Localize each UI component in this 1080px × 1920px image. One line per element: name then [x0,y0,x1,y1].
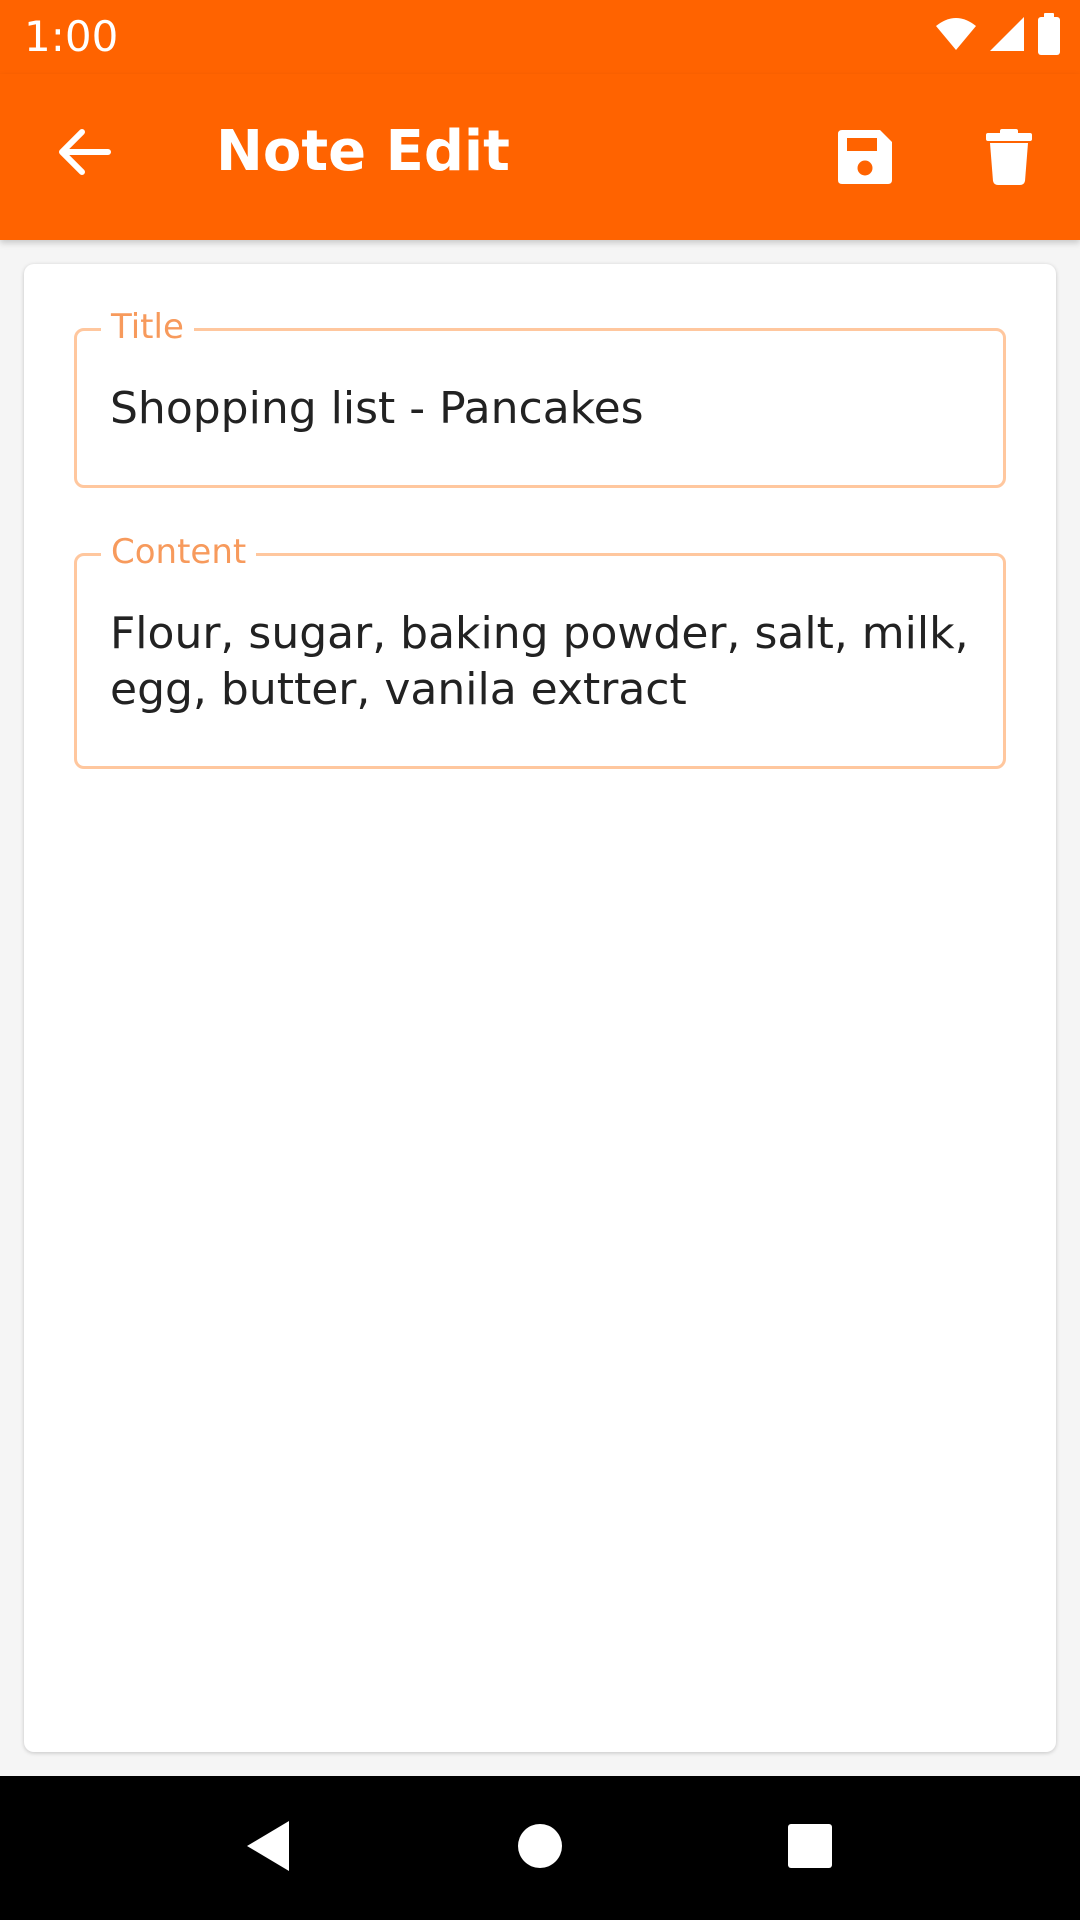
page-title: Note Edit [216,119,510,184]
title-field[interactable]: Title Shopping list - Pancakes [74,305,1006,488]
app-bar: Note Edit [0,74,1080,240]
nav-home-button[interactable] [490,1798,590,1898]
status-time: 1:00 [24,12,119,61]
wifi-icon [934,16,978,57]
navigation-bar [0,1776,1080,1920]
save-button[interactable] [820,114,910,204]
back-arrow-icon [56,127,112,182]
nav-recents-icon [787,1823,833,1874]
status-bar: 1:00 [0,0,1080,74]
delete-button[interactable] [964,114,1054,204]
content-field[interactable]: Content Flour, sugar, baking powder, sal… [74,530,1006,769]
nav-back-icon [243,1819,293,1878]
battery-icon [1036,12,1062,60]
title-input[interactable]: Shopping list - Pancakes [110,381,973,437]
title-label: Title [101,305,194,349]
content-input[interactable]: Flour, sugar, baking powder, salt, milk,… [110,606,973,718]
note-card: Title Shopping list - Pancakes Content F… [24,264,1056,1752]
content-label: Content [101,530,257,574]
back-button[interactable] [44,114,124,194]
nav-recents-button[interactable] [760,1798,860,1898]
signal-icon [988,15,1026,58]
save-icon [836,128,894,191]
nav-home-icon [517,1823,563,1874]
delete-icon [986,128,1032,190]
status-icons [934,12,1062,60]
nav-back-button[interactable] [218,1798,318,1898]
